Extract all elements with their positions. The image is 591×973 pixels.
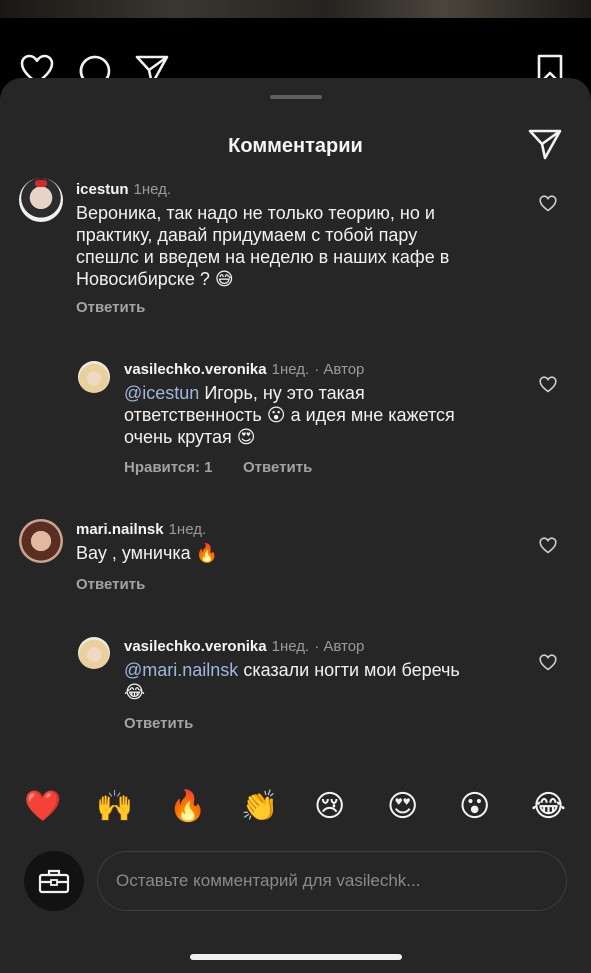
comment-text-line: Игорь, ну это такая (199, 383, 365, 403)
comment-text-line: очень крутая 😍 (124, 427, 256, 447)
comment-text-line: Вероника, так надо не только теорию, но … (76, 203, 435, 223)
comment-text-line: 😂 (124, 682, 146, 702)
reaction-fire-button[interactable]: 🔥 (169, 789, 206, 825)
reaction-laugh-button[interactable]: 😂 (531, 789, 566, 825)
comment-text-line: Вау , умничка 🔥 (76, 543, 219, 563)
heart-outline-icon[interactable] (539, 537, 557, 554)
comment-text-line: спешлс и введем на неделю в наших кафе в (76, 247, 450, 267)
reaction-heart-button[interactable]: ❤️ (24, 789, 61, 825)
reaction-heart-eyes-button[interactable]: 😍 (387, 789, 418, 825)
comment-username[interactable]: icestun (76, 181, 129, 198)
comment-username[interactable]: vasilechko.veronika (124, 361, 267, 378)
reply-button[interactable]: Ответить (76, 576, 145, 593)
mention-link[interactable]: @icestun (124, 383, 199, 403)
toolbox-button[interactable] (24, 851, 84, 911)
reaction-clap-button[interactable]: 👏 (241, 789, 278, 825)
reply-button[interactable]: Ответить (243, 459, 312, 476)
reaction-wow-button[interactable]: 😮 (459, 789, 490, 825)
comment-input[interactable] (97, 851, 567, 911)
likes-count[interactable]: Нравится: 1 (124, 459, 213, 476)
reply-button[interactable]: Ответить (124, 715, 193, 732)
comment-text-line: практику, давай придумаем с тобой пару (76, 225, 418, 245)
heart-outline-icon[interactable] (539, 376, 557, 393)
toolbox-icon (38, 869, 70, 894)
mention-link[interactable]: @mari.nailnsk (124, 660, 238, 680)
heart-outline-icon[interactable] (539, 654, 557, 671)
heart-outline-icon[interactable] (539, 195, 557, 212)
paper-plane-icon[interactable] (528, 128, 562, 160)
sheet-drag-handle[interactable] (270, 95, 322, 99)
sheet-title: Комментарии (228, 135, 363, 157)
comment-username[interactable]: mari.nailnsk (76, 521, 164, 538)
comment-time: 1нед. (271, 638, 310, 655)
comment-time: 1нед. (133, 181, 172, 198)
comment-text-line: сказали ногти мои беречь (238, 660, 460, 680)
comment-text-line: ответственность 😮 а идея мне кажется (124, 405, 455, 425)
reaction-raised-hands-button[interactable]: 🙌 (96, 789, 133, 825)
comment-time: 1нед. (168, 521, 207, 538)
comment-username[interactable]: vasilechko.veronika (124, 638, 267, 655)
post-photo-edge (0, 0, 591, 18)
comment-text-line: Новосибирске ? 😅 (76, 269, 234, 289)
avatar[interactable] (19, 178, 63, 222)
avatar[interactable] (78, 637, 110, 669)
home-indicator[interactable] (190, 954, 402, 960)
reaction-cry-button[interactable]: 😢 (314, 789, 345, 825)
author-badge: · Автор (314, 638, 365, 655)
comment-time: 1нед. (271, 361, 310, 378)
author-badge: · Автор (314, 361, 365, 378)
reply-button[interactable]: Ответить (76, 299, 145, 316)
avatar[interactable] (19, 519, 63, 563)
avatar[interactable] (78, 361, 110, 393)
